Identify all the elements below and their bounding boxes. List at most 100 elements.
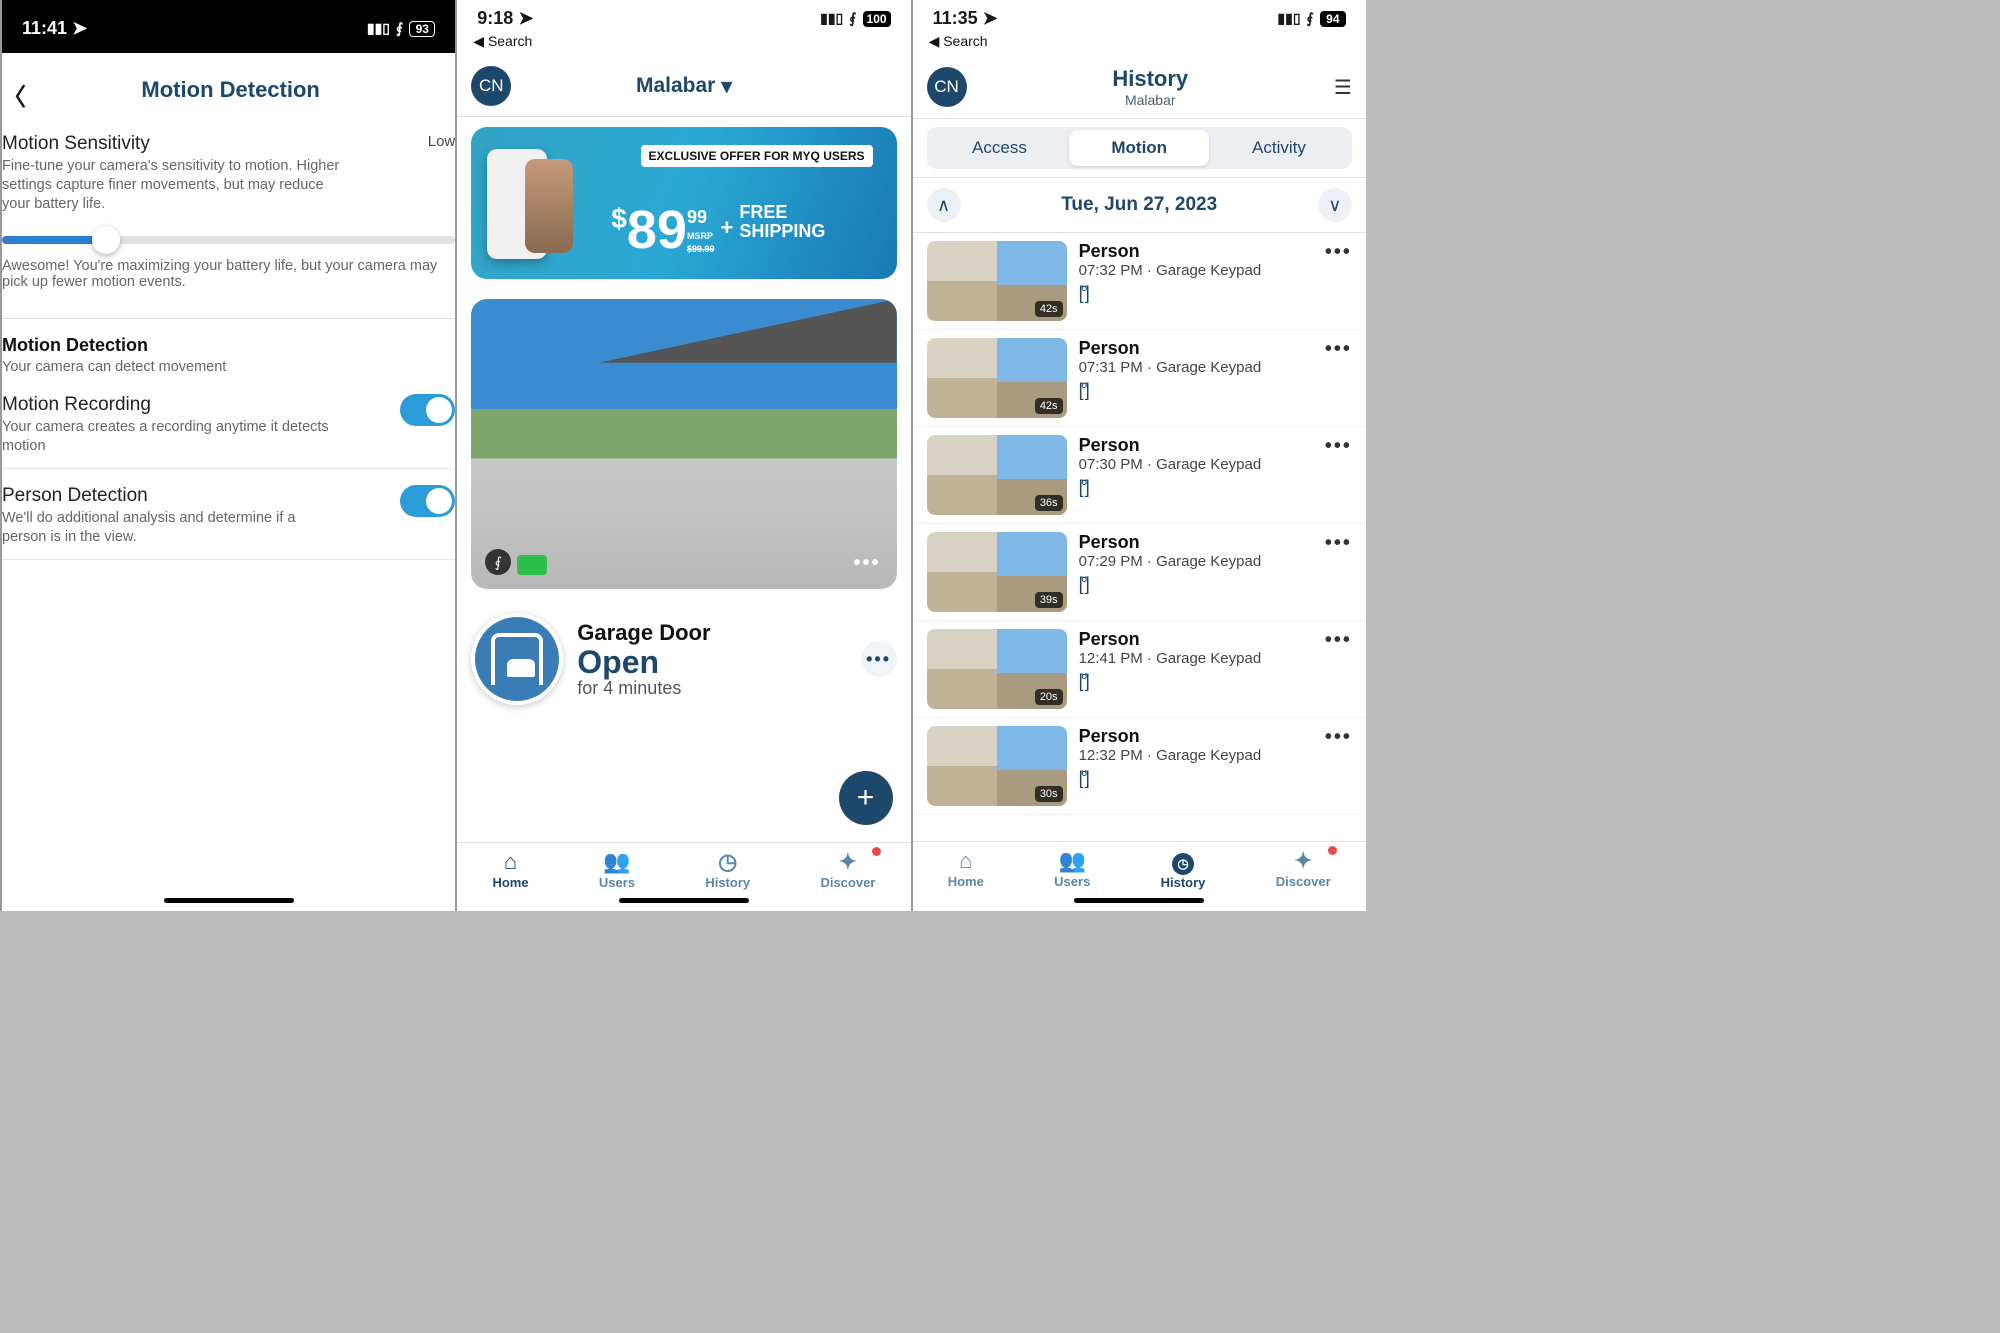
camera-more-icon[interactable]: ••• <box>854 552 881 575</box>
filter-icon[interactable]: ☰ <box>1334 75 1352 100</box>
promo-shipping: SHIPPING <box>739 222 825 241</box>
motion-recording-toggle[interactable] <box>400 394 455 426</box>
event-more-icon[interactable]: ••• <box>1325 338 1352 361</box>
tab-discover[interactable]: ✦Discover <box>820 849 875 890</box>
device-state: Open <box>577 646 710 678</box>
tab-bar: ⌂Home 👥Users ◷History ✦Discover <box>913 841 1366 894</box>
event-more-icon[interactable]: ••• <box>1325 241 1352 264</box>
tab-history[interactable]: ◷History <box>705 849 750 890</box>
tab-history[interactable]: ◷History <box>1161 848 1206 890</box>
date-prev[interactable]: ∧ <box>927 188 961 222</box>
back-button[interactable]: 〈 <box>2 77 26 112</box>
person-detected-icon: [°] <box>1079 283 1262 304</box>
event-title: Person <box>1079 435 1262 456</box>
event-more-icon[interactable]: ••• <box>1325 726 1352 749</box>
event-meta: 12:41 PM · Garage Keypad <box>1079 650 1262 667</box>
history-icon: ◷ <box>1161 848 1206 875</box>
garage-door-icon[interactable] <box>471 613 563 705</box>
tab-home[interactable]: ⌂Home <box>492 849 528 890</box>
motion-sensitivity-label: Motion Sensitivity <box>2 133 342 155</box>
event-title: Person <box>1079 241 1262 262</box>
event-row[interactable]: 39sPerson07:29 PM · Garage Keypad[°]••• <box>913 524 1366 621</box>
event-duration: 20s <box>1035 689 1063 705</box>
avatar[interactable]: CN <box>471 66 511 106</box>
segment-motion[interactable]: Motion <box>1069 130 1209 166</box>
discover-icon: ✦ <box>1276 848 1331 874</box>
event-meta: 07:32 PM · Garage Keypad <box>1079 262 1262 279</box>
segment-access[interactable]: Access <box>930 130 1070 166</box>
motion-sensitivity-desc: Fine-tune your camera's sensitivity to m… <box>2 157 342 214</box>
event-row[interactable]: 36sPerson07:30 PM · Garage Keypad[°]••• <box>913 427 1366 524</box>
avatar[interactable]: CN <box>927 67 967 107</box>
motion-recording-desc: Your camera creates a recording anytime … <box>2 418 342 456</box>
person-detected-icon: [°] <box>1079 380 1262 401</box>
slider-thumb[interactable] <box>92 226 120 254</box>
date-next[interactable]: ∨ <box>1318 188 1352 222</box>
promo-banner[interactable]: EXCLUSIVE OFFER FOR MYQ USERS $ 89 99 MS… <box>471 127 896 279</box>
location-arrow-icon: ➤ <box>72 18 87 38</box>
tab-home[interactable]: ⌂Home <box>948 848 984 890</box>
sensitivity-hint: Awesome! You're maximizing your battery … <box>2 258 455 290</box>
tab-users[interactable]: 👥Users <box>1054 848 1090 890</box>
status-time: 11:35 <box>933 8 978 28</box>
device-time: for 4 minutes <box>577 678 710 699</box>
event-more-icon[interactable]: ••• <box>1325 532 1352 555</box>
screen-home: 9:18 ➤ ▮▮▯ ⨐ 100 ◀ Search CN Malabar ▾ E… <box>455 0 910 911</box>
event-thumbnail: 42s <box>927 338 1067 418</box>
event-duration: 36s <box>1035 495 1063 511</box>
promo-dollar: $ <box>611 203 627 235</box>
promo-msrp-val: $99.99 <box>687 245 715 254</box>
device-more-button[interactable]: ••• <box>861 641 897 677</box>
event-row[interactable]: 42s Person07:32 PM · Garage Keypad [°] ••• <box>913 233 1366 330</box>
status-bar: 9:18 ➤ ▮▮▯ ⨐ 100 <box>457 0 910 33</box>
tab-users[interactable]: 👥Users <box>599 849 635 890</box>
person-detection-toggle[interactable] <box>400 485 455 517</box>
divider <box>2 318 455 319</box>
tab-bar: ⌂Home 👥Users ◷History ✦Discover <box>457 842 910 894</box>
motion-sensitivity-value: Low <box>428 133 456 150</box>
event-more-icon[interactable]: ••• <box>1325 435 1352 458</box>
battery-icon: 100 <box>863 11 891 27</box>
tab-discover[interactable]: ✦Discover <box>1276 848 1331 890</box>
location-dropdown[interactable]: Malabar ▾ <box>636 74 732 99</box>
camera-feed[interactable]: ⨐ ••• <box>471 299 896 589</box>
event-more-icon[interactable]: ••• <box>1325 629 1352 652</box>
back-search[interactable]: ◀ Search <box>457 33 910 56</box>
signal-icon: ▮▮▯ <box>820 10 843 27</box>
notification-dot <box>1328 846 1337 855</box>
motion-detection-desc: Your camera can detect movement <box>2 358 342 377</box>
screen-history: 11:35 ➤ ▮▮▯ ⨐ 94 ◀ Search CN History Mal… <box>911 0 1366 911</box>
home-indicator <box>164 898 294 903</box>
page-subtitle: Malabar <box>967 92 1334 108</box>
person-detected-icon: [°] <box>1079 671 1262 692</box>
add-button[interactable]: + <box>839 771 893 825</box>
status-time: 11:41 <box>22 18 67 38</box>
event-duration: 42s <box>1035 398 1063 414</box>
event-row[interactable]: 42s Person07:31 PM · Garage Keypad [°] ••• <box>913 330 1366 427</box>
segmented-control: Access Motion Activity <box>927 127 1352 169</box>
event-list: 42sPerson07:32 PM · Garage Keypad[°]•••4… <box>913 233 1366 841</box>
page-title: Motion Detection <box>26 67 435 121</box>
person-detected-icon: [°] <box>1079 768 1262 789</box>
sensitivity-slider[interactable] <box>2 236 455 244</box>
wifi-icon: ⨐ <box>396 20 403 37</box>
location-arrow-icon: ➤ <box>983 8 998 28</box>
wifi-icon: ⨐ <box>1307 10 1314 27</box>
page-title: History <box>967 66 1334 92</box>
event-meta: 07:31 PM · Garage Keypad <box>1079 359 1262 376</box>
motion-recording-label: Motion Recording <box>2 394 342 416</box>
event-row[interactable]: 30sPerson12:32 PM · Garage Keypad[°]••• <box>913 718 1366 815</box>
event-meta: 07:30 PM · Garage Keypad <box>1079 456 1262 473</box>
promo-msrp: MSRP <box>687 232 715 241</box>
back-search[interactable]: ◀ Search <box>913 33 1366 56</box>
discover-icon: ✦ <box>820 849 875 875</box>
event-duration: 42s <box>1035 301 1063 317</box>
promo-device-image <box>487 149 547 259</box>
motion-detection-heading: Motion Detection <box>2 335 455 356</box>
event-row[interactable]: 20sPerson12:41 PM · Garage Keypad[°]••• <box>913 621 1366 718</box>
users-icon: 👥 <box>1054 848 1090 874</box>
segment-activity[interactable]: Activity <box>1209 130 1349 166</box>
event-title: Person <box>1079 338 1262 359</box>
person-detected-icon: [°] <box>1079 574 1262 595</box>
battery-icon: 93 <box>409 21 435 37</box>
